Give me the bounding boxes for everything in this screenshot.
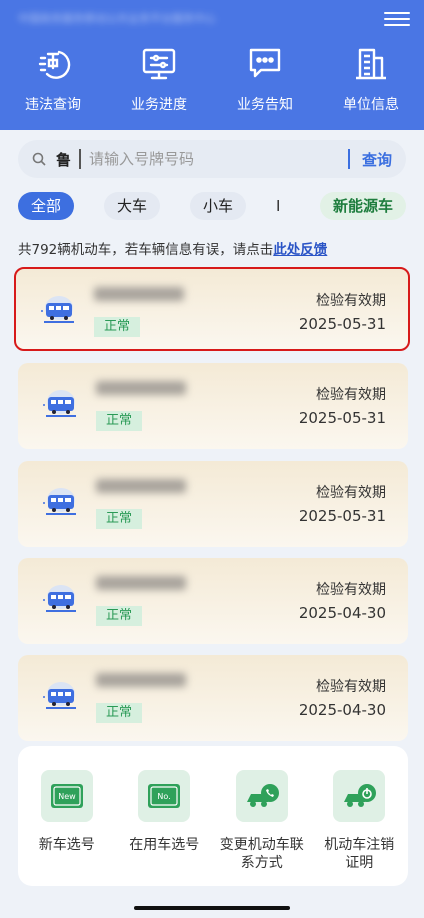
app-header: 中国政务服务移动公共业务平台服务中心 违法查询 业务进度 业务告知 单位信息 xyxy=(0,0,424,130)
nav-violation-query[interactable]: 违法查询 xyxy=(0,44,106,114)
status-badge: 正常 xyxy=(94,317,141,337)
divider xyxy=(79,149,82,169)
service-new-plate[interactable]: New 新车选号 xyxy=(18,746,116,886)
expiry-label: 检验有效期 xyxy=(316,387,386,403)
unit-info-icon xyxy=(356,48,386,80)
plate-number-masked xyxy=(96,381,186,395)
nav-business-notice[interactable]: 业务告知 xyxy=(212,44,318,114)
vehicle-card[interactable]: 正常 检验有效期 2025-04-30 xyxy=(18,558,408,644)
expiry-date: 2025-05-31 xyxy=(298,507,386,525)
expiry-date: 2025-05-31 xyxy=(298,315,386,333)
search-icon xyxy=(32,152,46,166)
nav-label: 违法查询 xyxy=(25,97,81,113)
filter-divider: I xyxy=(276,197,281,215)
service-in-use-plate[interactable]: No. 在用车选号 xyxy=(116,746,214,886)
bus-icon xyxy=(43,390,76,417)
service-label: 变更机动车联系方式 xyxy=(219,837,304,871)
bus-icon xyxy=(43,488,76,515)
vehicle-summary: 共792辆机动车，若车辆信息有误，请点击此处反馈 xyxy=(18,238,327,258)
service-label: 在用车选号 xyxy=(129,837,200,853)
expiry-label: 检验有效期 xyxy=(316,485,386,501)
new-plate-icon: New xyxy=(40,770,93,822)
business-progress-icon xyxy=(142,48,176,80)
change-contact-icon xyxy=(235,770,288,822)
bus-icon xyxy=(43,682,76,709)
filter-small-vehicle[interactable]: 小车 xyxy=(190,192,246,220)
plate-number-masked xyxy=(94,287,184,301)
feedback-link[interactable]: 此处反馈 xyxy=(273,242,327,258)
status-badge: 正常 xyxy=(96,509,143,529)
expiry-label: 检验有效期 xyxy=(316,582,386,598)
search-button[interactable]: 查询 xyxy=(362,149,392,170)
expiry-label: 检验有效期 xyxy=(316,293,386,309)
deregister-icon xyxy=(333,770,386,822)
status-badge: 正常 xyxy=(96,606,143,626)
svg-text:New: New xyxy=(58,792,76,801)
service-label: 机动车注销证明 xyxy=(324,837,395,871)
expiry-date: 2025-05-31 xyxy=(298,409,386,427)
vehicle-card[interactable]: 正常 检验有效期 2025-05-31 xyxy=(18,461,408,547)
expiry-label: 检验有效期 xyxy=(316,679,386,695)
plate-number-masked xyxy=(96,673,186,687)
province-prefix[interactable]: 鲁 xyxy=(56,149,71,170)
plate-search-bar: 鲁 查询 xyxy=(18,140,406,178)
filter-new-energy[interactable]: 新能源车 xyxy=(320,192,406,220)
bus-icon xyxy=(41,296,74,323)
nav-label: 业务告知 xyxy=(237,97,293,113)
status-badge: 正常 xyxy=(96,411,143,431)
org-name: 中国政务服务移动公共业务平台服务中心 xyxy=(18,12,216,25)
vehicle-card[interactable]: 正常 检验有效期 2025-05-31 xyxy=(14,267,410,351)
top-nav: 违法查询 业务进度 业务告知 单位信息 xyxy=(0,44,424,114)
nav-label: 单位信息 xyxy=(343,97,399,113)
nav-business-progress[interactable]: 业务进度 xyxy=(106,44,212,114)
vehicle-card[interactable]: 正常 检验有效期 2025-04-30 xyxy=(18,655,408,741)
home-indicator[interactable] xyxy=(134,906,290,910)
in-use-plate-icon: No. xyxy=(138,770,191,822)
plate-number-masked xyxy=(96,479,186,493)
menu-icon[interactable] xyxy=(384,8,410,30)
vehicle-filter-tabs: 全部 大车 小车 I 新能源车 xyxy=(18,192,408,222)
summary-text: 共792辆机动车，若车辆信息有误，请点击 xyxy=(18,242,274,258)
expiry-date: 2025-04-30 xyxy=(298,604,386,622)
divider xyxy=(347,149,350,169)
svg-text:No.: No. xyxy=(158,792,171,801)
plate-number-input[interactable] xyxy=(89,150,348,168)
filter-big-vehicle[interactable]: 大车 xyxy=(104,192,160,220)
bus-icon xyxy=(43,585,76,612)
violation-query-icon xyxy=(38,50,71,79)
vehicle-card[interactable]: 正常 检验有效期 2025-05-31 xyxy=(18,363,408,449)
plate-number-masked xyxy=(96,576,186,590)
service-deregister[interactable]: 机动车注销证明 xyxy=(311,746,409,886)
services-panel: New 新车选号 No. 在用车选号 变更机动车联系方式 机动车注销证明 xyxy=(18,746,408,886)
expiry-date: 2025-04-30 xyxy=(298,701,386,719)
nav-label: 业务进度 xyxy=(131,97,187,113)
service-label: 新车选号 xyxy=(38,837,95,853)
business-notice-icon xyxy=(249,48,281,78)
status-badge: 正常 xyxy=(96,703,143,723)
nav-unit-info[interactable]: 单位信息 xyxy=(318,44,424,114)
service-change-contact[interactable]: 变更机动车联系方式 xyxy=(213,746,311,886)
filter-all[interactable]: 全部 xyxy=(18,192,74,220)
